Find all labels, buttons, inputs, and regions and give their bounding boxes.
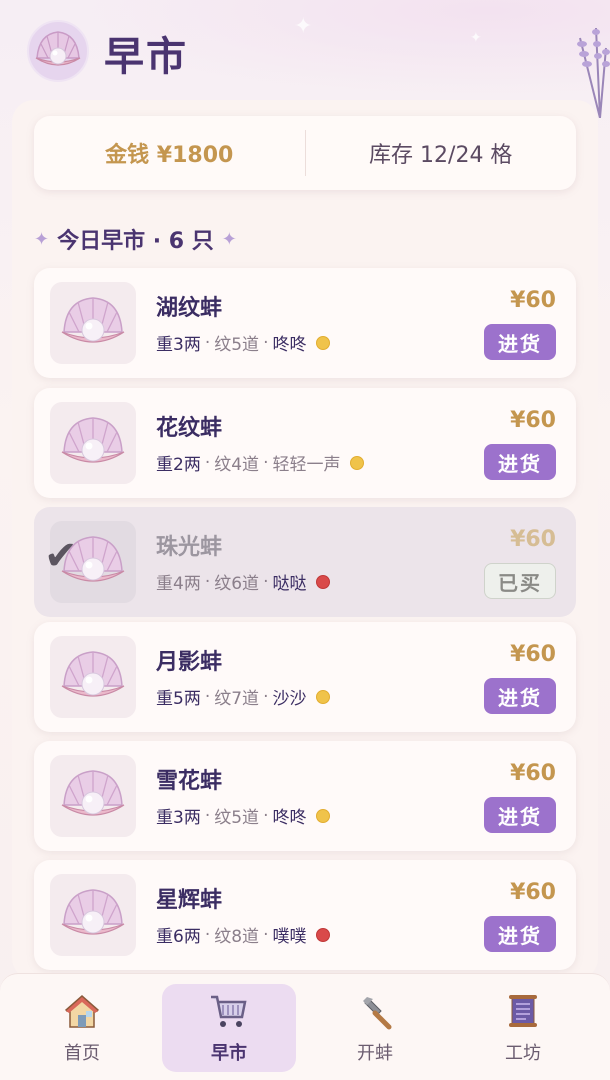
status-dot [316,689,331,704]
tab-home[interactable]: 首页 [15,984,149,1072]
item-price: ¥60 [510,527,556,552]
item-name: 珠光蚌 [156,535,223,560]
item-pattern: 纹8道 [214,927,260,947]
header: 早市 ✦ ✦ [0,0,610,118]
separator: · [204,805,211,826]
sparkle-icon: ✦ [34,228,50,250]
status-dot [350,455,365,470]
item-sound: 噗噗 [272,927,307,947]
separator: · [204,686,211,707]
buy-button[interactable]: 进货 [484,678,556,714]
separator: · [263,686,269,707]
list-item: 湖纹蚌 重3两 · 纹5道 · 咚咚 ¥60 进货 [34,268,576,378]
tab-workshop-label: 工坊 [505,1043,541,1064]
item-meta: 重3两 · 纹5道 · 咚咚 [156,803,331,828]
item-pattern: 纹5道 [214,808,260,828]
item-name: 雪花蚌 [156,769,223,794]
item-weight: 重2两 [156,455,201,475]
scroll-icon [509,995,537,1027]
list-item: 星辉蚌 重6两 · 纹8道 · 噗噗 ¥60 进货 [34,860,576,970]
item-weight: 重4两 [156,574,201,594]
bought-badge: 已买 [484,563,556,599]
pearl-shell-icon [50,874,136,956]
inventory-display: 库存 12/24 格 [369,143,513,168]
list-item: 花纹蚌 重2两 · 纹4道 · 轻轻一声 ¥60 进货 [34,388,576,498]
item-sound: 轻轻一声 [272,455,341,475]
item-meta: 重6两 · 纹8道 · 噗噗 [156,922,331,947]
shopping-cart-icon [211,995,247,1027]
item-sound: 咚咚 [272,808,307,828]
item-meta: 重5两 · 纹7道 · 沙沙 [156,684,331,709]
tab-workshop[interactable]: 工坊 [456,984,590,1072]
separator: · [204,571,211,592]
hammer-icon [363,997,392,1030]
item-price: ¥60 [510,408,556,433]
pearl-shell-icon [50,282,136,364]
item-name: 星辉蚌 [156,888,223,913]
status-dot [316,927,331,942]
separator: · [263,452,269,473]
item-weight: 重5两 [156,689,201,709]
house-icon [65,995,99,1028]
pearl-shell-icon [50,402,136,484]
item-name: 月影蚌 [156,650,223,675]
pearl-shell-icon [50,755,136,837]
pearl-shell-icon [27,20,89,82]
section-title: 今日早市 · 6 只 [57,229,214,254]
list-item: 月影蚌 重5两 · 纹7道 · 沙沙 ¥60 进货 [34,622,576,732]
separator: · [263,332,269,353]
tab-market[interactable]: 早市 [162,984,296,1072]
item-name: 湖纹蚌 [156,296,223,321]
item-price: ¥60 [510,761,556,786]
checkmark-icon: ✔ [44,533,78,579]
stats-bar: 金钱 ¥1800 库存 12/24 格 [34,116,576,190]
buy-button[interactable]: 进货 [484,444,556,480]
separator: · [263,571,269,592]
separator: · [204,332,211,353]
status-dot [316,574,331,589]
item-pattern: 纹4道 [214,455,260,475]
list-item: 雪花蚌 重3两 · 纹5道 · 咚咚 ¥60 进货 [34,741,576,851]
sparkle-icon: ✦ [470,30,482,46]
sparkle-icon: ✦ [294,14,313,39]
separator: · [204,452,211,473]
buy-button[interactable]: 进货 [484,797,556,833]
item-pattern: 纹7道 [214,689,260,709]
item-sound: 沙沙 [272,689,307,709]
item-name: 花纹蚌 [156,416,223,441]
separator: · [204,924,211,945]
section-header: ✦ 今日早市 · 6 只 ✦ [34,222,237,256]
item-weight: 重3两 [156,808,201,828]
item-price: ¥60 [510,288,556,313]
item-sound: 咚咚 [272,335,307,355]
item-pattern: 纹5道 [214,335,260,355]
tab-home-label: 首页 [64,1043,100,1064]
page-title: 早市 [104,34,188,80]
bottom-tab-bar: 首页 早市 开蚌 工坊 [0,973,610,1080]
item-pattern: 纹6道 [214,574,260,594]
tab-open-shell[interactable]: 开蚌 [308,984,442,1072]
status-dot [316,808,331,823]
separator: · [263,924,269,945]
item-meta: 重2两 · 纹4道 · 轻轻一声 [156,450,365,475]
status-dot [316,335,331,350]
buy-button[interactable]: 进货 [484,916,556,952]
list-item: ✔ 珠光蚌 重4两 · 纹6道 · 哒哒 ¥60 已买 [34,507,576,617]
money-display: 金钱 ¥1800 [105,143,234,168]
item-sound: 哒哒 [272,574,307,594]
tab-market-label: 早市 [211,1043,247,1064]
item-price: ¥60 [510,642,556,667]
separator: · [263,805,269,826]
tab-open-shell-label: 开蚌 [357,1043,393,1064]
item-meta: 重4两 · 纹6道 · 哒哒 [156,569,331,594]
sparkle-icon: ✦ [221,228,237,250]
pearl-shell-icon [50,636,136,718]
item-meta: 重3两 · 纹5道 · 咚咚 [156,330,331,355]
item-weight: 重6两 [156,927,201,947]
buy-button[interactable]: 进货 [484,324,556,360]
item-weight: 重3两 [156,335,201,355]
item-price: ¥60 [510,880,556,905]
